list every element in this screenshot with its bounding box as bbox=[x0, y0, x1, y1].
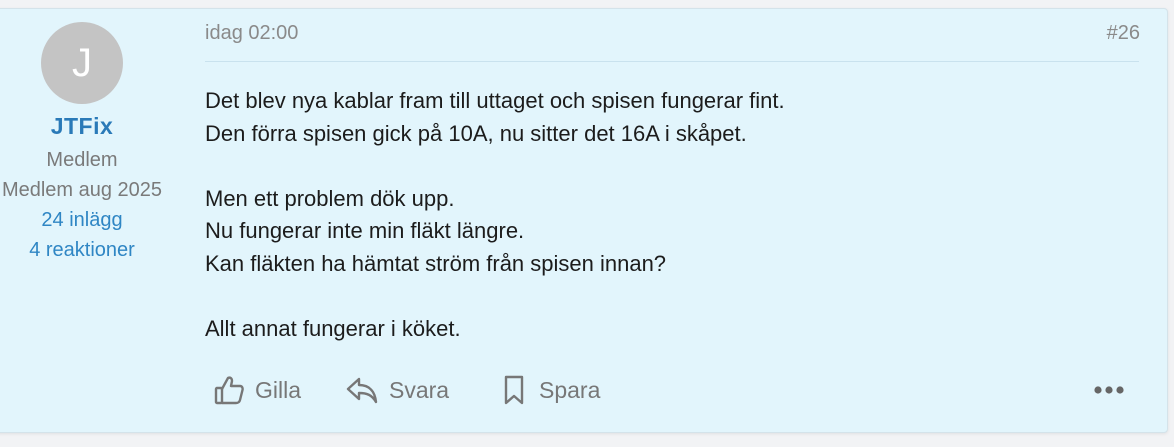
post-line bbox=[205, 281, 1105, 314]
user-info: J JTFix Medlem Medlem aug 2025 24 inlägg… bbox=[0, 9, 171, 432]
post-line: Det blev nya kablar fram till uttaget oc… bbox=[205, 88, 785, 113]
like-button[interactable]: Gilla bbox=[213, 370, 301, 410]
post-line: Allt annat fungerar i köket. bbox=[205, 316, 461, 342]
post-body: Det blev nya kablar fram till uttaget oc… bbox=[205, 85, 1105, 346]
post-date[interactable]: idag 02:00 bbox=[205, 22, 298, 45]
post-number-link[interactable]: #26 bbox=[1107, 22, 1140, 45]
like-label: Gilla bbox=[255, 376, 302, 403]
forum-post: J JTFix Medlem Medlem aug 2025 24 inlägg… bbox=[0, 8, 1168, 433]
divider bbox=[205, 61, 1139, 62]
username-link[interactable]: JTFix bbox=[0, 113, 171, 140]
reaction-count-link[interactable]: 4 reaktioner bbox=[0, 239, 171, 262]
save-button[interactable]: Spara bbox=[501, 370, 600, 410]
post-line: Nu fungerar inte min fläkt längre. bbox=[205, 218, 525, 244]
post-line: Den förra spisen gick på 10A, nu sitter … bbox=[205, 120, 747, 146]
post-line: Men ett problem dök upp. bbox=[205, 185, 455, 211]
member-since: Medlem aug 2025 bbox=[1, 179, 163, 201]
reply-label: Svara bbox=[389, 376, 450, 403]
thumbs-up-icon bbox=[213, 374, 245, 406]
avatar[interactable]: J bbox=[41, 22, 123, 104]
more-dots-icon[interactable] bbox=[1090, 379, 1130, 401]
bookmark-icon bbox=[501, 374, 529, 406]
post-count-link[interactable]: 24 inlägg bbox=[0, 209, 171, 232]
reply-button[interactable]: Svara bbox=[345, 370, 449, 410]
save-label: Spara bbox=[539, 376, 601, 403]
post-line: Kan fläkten ha hämtat ström från spisen … bbox=[205, 250, 667, 276]
post-line bbox=[205, 150, 1105, 183]
reply-icon bbox=[345, 374, 379, 406]
user-role: Medlem bbox=[46, 149, 118, 171]
